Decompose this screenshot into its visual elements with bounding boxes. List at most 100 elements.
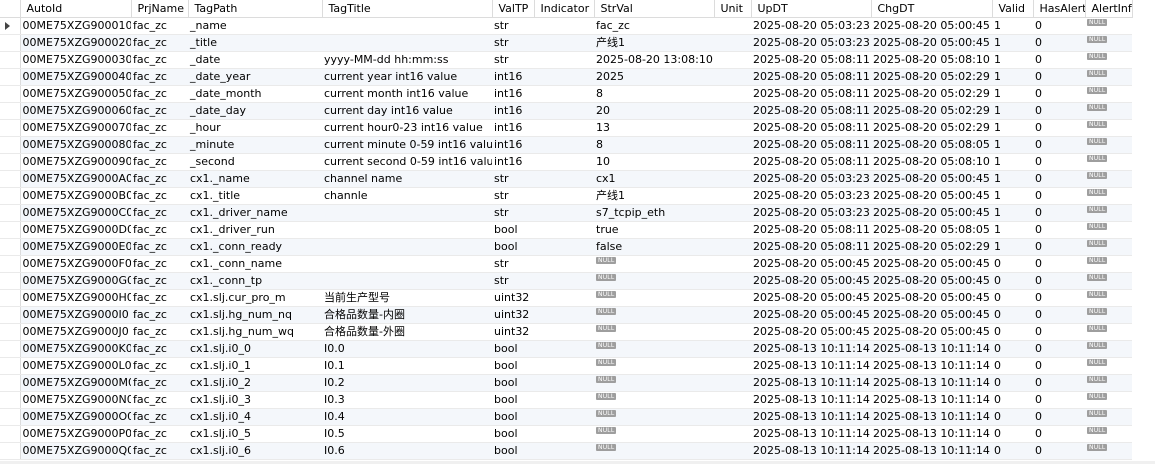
cell-valtp[interactable]: str bbox=[492, 187, 534, 205]
cell-autoid[interactable]: 00ME75XZG9000D0 bbox=[20, 221, 131, 239]
column-header-tagpath[interactable]: TagPath bbox=[188, 0, 323, 18]
cell-prjname[interactable]: fac_zc bbox=[131, 153, 188, 171]
cell-indicator[interactable] bbox=[534, 34, 594, 52]
cell-tagpath[interactable]: _hour bbox=[188, 119, 322, 137]
row-selector[interactable] bbox=[0, 374, 21, 392]
cell-unit[interactable] bbox=[714, 306, 751, 324]
cell-chgdt[interactable]: 2025-08-13 10:11:14 bbox=[871, 340, 992, 358]
cell-tagtitle[interactable]: current second 0-59 int16 value bbox=[322, 153, 492, 171]
cell-valid[interactable]: 1 bbox=[992, 136, 1033, 154]
cell-alertinf[interactable]: NULL bbox=[1085, 85, 1132, 103]
cell-updt[interactable]: 2025-08-20 05:00:45 bbox=[751, 272, 871, 290]
row-selector[interactable] bbox=[0, 34, 21, 52]
cell-alertinf[interactable]: NULL bbox=[1085, 119, 1132, 137]
cell-valid[interactable]: 1 bbox=[992, 187, 1033, 205]
table-row[interactable]: 00ME75XZG9000O0 fac_zc cx1.slj.i0_4 I0.4 boo… bbox=[0, 408, 1132, 426]
cell-unit[interactable] bbox=[714, 170, 751, 188]
table-row[interactable]: 00ME75XZG9000J0 fac_zc cx1.slj.hg_num_wq 合格… bbox=[0, 323, 1132, 341]
cell-valid[interactable]: 1 bbox=[992, 17, 1033, 35]
cell-unit[interactable] bbox=[714, 340, 751, 358]
cell-hasalert[interactable]: 0 bbox=[1033, 221, 1085, 239]
row-selector[interactable] bbox=[0, 204, 21, 222]
table-row[interactable]: 00ME75XZG9000A0 fac_zc cx1._name channel na… bbox=[0, 170, 1132, 188]
cell-alertinf[interactable]: NULL bbox=[1085, 357, 1132, 375]
cell-alertinf[interactable]: NULL bbox=[1085, 391, 1132, 409]
cell-alertinf[interactable]: NULL bbox=[1085, 136, 1132, 154]
cell-valtp[interactable]: int16 bbox=[492, 68, 534, 86]
cell-unit[interactable] bbox=[714, 391, 751, 409]
cell-strval[interactable]: 13 bbox=[594, 119, 714, 137]
cell-valid[interactable]: 0 bbox=[992, 357, 1033, 375]
cell-autoid[interactable]: 00ME75XZG9000C0 bbox=[20, 204, 131, 222]
cell-tagtitle[interactable]: current hour0-23 int16 value bbox=[322, 119, 492, 137]
cell-hasalert[interactable]: 0 bbox=[1033, 136, 1085, 154]
cell-alertinf[interactable]: NULL bbox=[1085, 442, 1132, 460]
cell-alertinf[interactable]: NULL bbox=[1085, 153, 1132, 171]
table-row[interactable]: 00ME75XZG9000G0 fac_zc cx1._conn_tp str NULL… bbox=[0, 272, 1132, 290]
cell-tagpath[interactable]: _second bbox=[188, 153, 322, 171]
cell-valid[interactable]: 1 bbox=[992, 34, 1033, 52]
cell-tagpath[interactable]: _date_year bbox=[188, 68, 322, 86]
cell-alertinf[interactable]: NULL bbox=[1085, 204, 1132, 222]
row-selector[interactable] bbox=[0, 51, 21, 69]
cell-indicator[interactable] bbox=[534, 340, 594, 358]
cell-valid[interactable]: 1 bbox=[992, 119, 1033, 137]
cell-strval[interactable]: fac_zc bbox=[594, 17, 714, 35]
table-row[interactable]: 00ME75XZG900060 fac_zc _date_day current da… bbox=[0, 102, 1132, 120]
table-row[interactable]: 00ME75XZG9000F0 fac_zc cx1._conn_name str NU… bbox=[0, 255, 1132, 273]
cell-unit[interactable] bbox=[714, 136, 751, 154]
cell-unit[interactable] bbox=[714, 221, 751, 239]
cell-valtp[interactable]: bool bbox=[492, 425, 534, 443]
cell-tagpath[interactable]: _title bbox=[188, 34, 322, 52]
cell-updt[interactable]: 2025-08-20 05:08:11 bbox=[751, 85, 871, 103]
cell-prjname[interactable]: fac_zc bbox=[131, 238, 188, 256]
cell-unit[interactable] bbox=[714, 68, 751, 86]
cell-hasalert[interactable]: 0 bbox=[1033, 51, 1085, 69]
table-row[interactable]: 00ME75XZG9000Q0 fac_zc cx1.slj.i0_6 I0.6 boo… bbox=[0, 442, 1132, 460]
cell-unit[interactable] bbox=[714, 425, 751, 443]
table-row[interactable]: 00ME75XZG9000I0 fac_zc cx1.slj.hg_num_nq 合格… bbox=[0, 306, 1132, 324]
cell-autoid[interactable]: 00ME75XZG9000F0 bbox=[20, 255, 131, 273]
cell-chgdt[interactable]: 2025-08-20 05:00:45 bbox=[871, 255, 992, 273]
cell-valtp[interactable]: bool bbox=[492, 391, 534, 409]
cell-tagtitle[interactable]: I0.1 bbox=[322, 357, 492, 375]
cell-hasalert[interactable]: 0 bbox=[1033, 187, 1085, 205]
table-row[interactable]: 00ME75XZG9000B0 fac_zc cx1._title channle st… bbox=[0, 187, 1132, 205]
table-row[interactable]: 00ME75XZG9000C0 fac_zc cx1._driver_name str… bbox=[0, 204, 1132, 222]
cell-tagtitle[interactable]: I0.0 bbox=[322, 340, 492, 358]
cell-indicator[interactable] bbox=[534, 255, 594, 273]
cell-alertinf[interactable]: NULL bbox=[1085, 374, 1132, 392]
cell-valtp[interactable]: str bbox=[492, 255, 534, 273]
cell-chgdt[interactable]: 2025-08-20 05:00:45 bbox=[871, 34, 992, 52]
cell-hasalert[interactable]: 0 bbox=[1033, 68, 1085, 86]
cell-tagpath[interactable]: _date_month bbox=[188, 85, 322, 103]
table-row[interactable]: 00ME75XZG900010 fac_zc _name str fac_zc 2025-… bbox=[0, 17, 1132, 35]
cell-strval[interactable]: NULL bbox=[594, 323, 714, 341]
cell-valid[interactable]: 1 bbox=[992, 204, 1033, 222]
cell-valid[interactable]: 1 bbox=[992, 170, 1033, 188]
table-row[interactable]: 00ME75XZG9000H0 fac_zc cx1.slj.cur_pro_m 当前… bbox=[0, 289, 1132, 307]
column-header-valid[interactable]: Valid bbox=[992, 0, 1034, 18]
cell-indicator[interactable] bbox=[534, 187, 594, 205]
column-header-tagtitle[interactable]: TagTitle bbox=[322, 0, 493, 18]
row-selector[interactable] bbox=[0, 153, 21, 171]
cell-strval[interactable]: NULL bbox=[594, 306, 714, 324]
cell-indicator[interactable] bbox=[534, 17, 594, 35]
cell-valtp[interactable]: bool bbox=[492, 357, 534, 375]
cell-valid[interactable]: 0 bbox=[992, 272, 1033, 290]
cell-chgdt[interactable]: 2025-08-13 10:11:14 bbox=[871, 391, 992, 409]
cell-prjname[interactable]: fac_zc bbox=[131, 425, 188, 443]
cell-alertinf[interactable]: NULL bbox=[1085, 408, 1132, 426]
cell-unit[interactable] bbox=[714, 408, 751, 426]
row-selector[interactable] bbox=[0, 425, 21, 443]
cell-strval[interactable]: 2025-08-20 13:08:10 bbox=[594, 51, 714, 69]
cell-tagtitle[interactable]: I0.6 bbox=[322, 442, 492, 460]
cell-strval[interactable]: NULL bbox=[594, 374, 714, 392]
cell-indicator[interactable] bbox=[534, 170, 594, 188]
cell-chgdt[interactable]: 2025-08-20 05:02:29 bbox=[871, 119, 992, 137]
cell-valtp[interactable]: uint32 bbox=[492, 323, 534, 341]
table-row[interactable]: 00ME75XZG9000P0 fac_zc cx1.slj.i0_5 I0.5 boo… bbox=[0, 425, 1132, 443]
cell-unit[interactable] bbox=[714, 357, 751, 375]
cell-unit[interactable] bbox=[714, 153, 751, 171]
cell-hasalert[interactable]: 0 bbox=[1033, 289, 1085, 307]
